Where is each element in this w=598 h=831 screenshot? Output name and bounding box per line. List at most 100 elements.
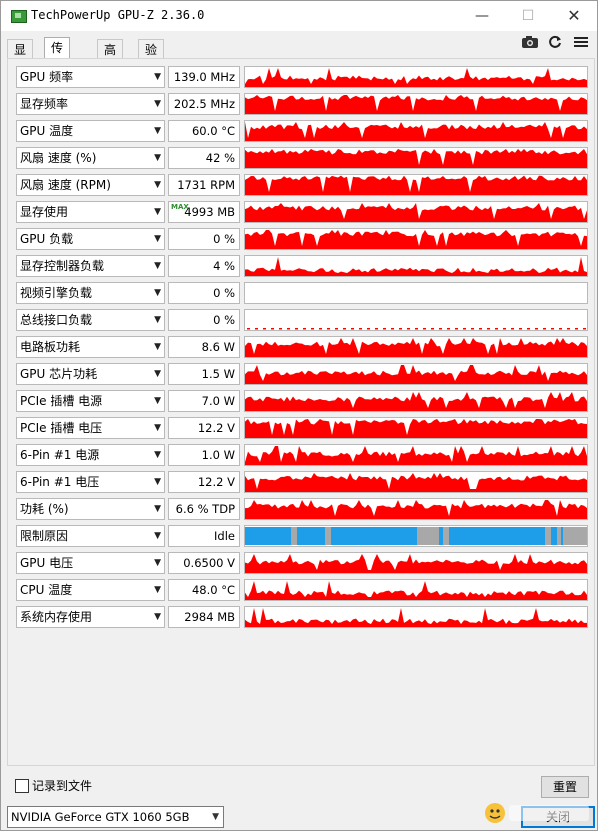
sensor-graph [244,417,588,439]
sensor-name-dropdown[interactable]: GPU 电压 ▼ [16,552,165,574]
sensor-row: GPU 负载 ▼ 0 % [16,228,588,250]
chevron-down-icon: ▼ [154,585,161,595]
sensor-row: PCIe 插槽 电压 ▼ 12.2 V [16,417,588,439]
sensor-value-text: 7.0 W [201,394,235,408]
sensor-name-dropdown[interactable]: 6-Pin #1 电压 ▼ [16,471,165,493]
chevron-down-icon: ▼ [154,450,161,460]
chevron-down-icon: ▼ [154,612,161,622]
sensor-value: 0.6500 V [168,552,240,574]
sensor-value-text: 60.0 °C [191,124,235,138]
sensor-name: CPU 温度 [20,583,73,597]
reset-button[interactable]: 重置 [541,776,589,798]
sensor-value: 0 % [168,309,240,331]
sensor-value-text: 4993 MB [184,205,235,219]
sensor-name-dropdown[interactable]: PCIe 插槽 电压 ▼ [16,417,165,439]
sensor-name: 6-Pin #1 电压 [20,475,100,489]
sensor-value-text: 0 % [213,313,235,327]
sensor-value-text: 1.5 W [201,367,235,381]
sensor-row: 总线接口负载 ▼ 0 % [16,309,588,331]
sensor-value-text: 48.0 °C [191,583,235,597]
chevron-down-icon: ▼ [154,423,161,433]
sensor-name-dropdown[interactable]: 功耗 (%) ▼ [16,498,165,520]
sensor-name: GPU 芯片功耗 [20,367,98,381]
sensor-value-text: 0 % [213,286,235,300]
sensor-value: 1.0 W [168,444,240,466]
sensor-name-dropdown[interactable]: 显存频率 ▼ [16,93,165,115]
chevron-down-icon: ▼ [154,504,161,514]
sensor-value: 48.0 °C [168,579,240,601]
sensor-value-text: Idle [214,529,235,543]
sensor-panel: GPU 频率 ▼ 139.0 MHz 显存频率 ▼ 202.5 MHz GPU 温度 ▼ 60.… [7,58,595,766]
chevron-down-icon: ▼ [154,558,161,568]
sensor-value-text: 8.6 W [201,340,235,354]
camera-icon[interactable] [521,35,539,53]
chevron-down-icon: ▼ [154,99,161,109]
sensor-name: PCIe 插槽 电压 [20,421,103,435]
sensor-name-dropdown[interactable]: 总线接口负载 ▼ [16,309,165,331]
window-title: TechPowerUp GPU-Z 2.36.0 [31,8,205,22]
sensor-row: GPU 电压 ▼ 0.6500 V [16,552,588,574]
tab-advanced[interactable]: 高级 [97,39,124,77]
sensor-graph [244,282,588,304]
sensor-name: GPU 温度 [20,124,74,138]
sensor-name-dropdown[interactable]: 视频引擎负载 ▼ [16,282,165,304]
gpu-select[interactable]: NVIDIA GeForce GTX 1060 5GB ▼ [7,806,224,828]
tab-validation[interactable]: 验证 [138,39,165,77]
sensor-graph [244,93,588,115]
sensor-name-dropdown[interactable]: 6-Pin #1 电源 ▼ [16,444,165,466]
chevron-down-icon: ▼ [154,180,161,190]
sensor-graph [244,228,588,250]
sensor-name-dropdown[interactable]: 风扇 速度 (%) ▼ [16,147,165,169]
sensor-name: 风扇 速度 (%) [20,151,97,165]
sensor-name-dropdown[interactable]: 显存控制器负载 ▼ [16,255,165,277]
sensor-row: 功耗 (%) ▼ 6.6 % TDP [16,498,588,520]
sensor-name-dropdown[interactable]: 电路板功耗 ▼ [16,336,165,358]
sensor-name-dropdown[interactable]: 系统内存使用 ▼ [16,606,165,628]
sensor-value-text: 4 % [213,259,235,273]
sensor-value: 1731 RPM [168,174,240,196]
chevron-down-icon: ▼ [154,72,161,82]
tab-sensors[interactable]: 传感器 [44,37,71,95]
sensor-value-text: 6.6 % TDP [175,502,235,516]
sensor-name: PCIe 插槽 电源 [20,394,103,408]
sensor-name-dropdown[interactable]: GPU 温度 ▼ [16,120,165,142]
maximize-button[interactable]: ☐ [505,1,551,31]
sensor-row: 限制原因 ▼ Idle [16,525,588,547]
chevron-down-icon: ▼ [154,342,161,352]
sensor-name: 显存使用 [20,205,69,219]
sensor-name: 功耗 (%) [20,502,69,516]
sensor-name: 系统内存使用 [20,610,93,624]
sensor-graph [244,390,588,412]
sensor-name-dropdown[interactable]: GPU 芯片功耗 ▼ [16,363,165,385]
minimize-button[interactable]: — [459,1,505,31]
sensor-row: 系统内存使用 ▼ 2984 MB [16,606,588,628]
tab-graphics-card[interactable]: 显卡 [7,39,34,77]
chevron-down-icon: ▼ [154,315,161,325]
sensor-name-dropdown[interactable]: 风扇 速度 (RPM) ▼ [16,174,165,196]
sensor-name-dropdown[interactable]: GPU 频率 ▼ [16,66,165,88]
sensor-name-dropdown[interactable]: 限制原因 ▼ [16,525,165,547]
sensor-name: GPU 负载 [20,232,74,246]
checkbox-box[interactable] [15,779,29,793]
sensor-row: 风扇 速度 (%) ▼ 42 % [16,147,588,169]
close-window-button[interactable]: ✕ [551,1,597,31]
refresh-icon[interactable] [548,35,562,53]
sensor-row: GPU 频率 ▼ 139.0 MHz [16,66,588,88]
sensor-name-dropdown[interactable]: 显存使用 ▼ [16,201,165,223]
max-badge: MAX [171,203,189,211]
sensor-row: 视频引擎负载 ▼ 0 % [16,282,588,304]
sensor-row: GPU 温度 ▼ 60.0 °C [16,120,588,142]
sensor-graph [244,309,588,331]
sensor-name: 视频引擎负载 [20,286,93,300]
title-bar[interactable]: TechPowerUp GPU-Z 2.36.0 — ☐ ✕ [1,1,597,31]
sensor-row: 显存使用 ▼ MAX 4993 MB [16,201,588,223]
sensor-name-dropdown[interactable]: GPU 负载 ▼ [16,228,165,250]
sensor-name: GPU 电压 [20,556,74,570]
sensor-name: 显存控制器负载 [20,259,105,273]
sensor-value: 202.5 MHz [168,93,240,115]
menu-icon[interactable] [574,35,588,53]
sensor-name-dropdown[interactable]: PCIe 插槽 电源 ▼ [16,390,165,412]
sensor-value: 0 % [168,282,240,304]
sensor-graph [244,363,588,385]
sensor-name-dropdown[interactable]: CPU 温度 ▼ [16,579,165,601]
